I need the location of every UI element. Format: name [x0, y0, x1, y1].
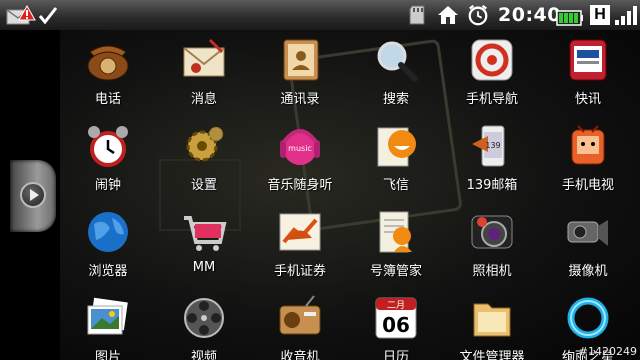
mail139-badge: 139 — [485, 141, 500, 150]
app-search[interactable]: 搜索 — [348, 30, 444, 116]
camcorder-icon — [567, 220, 608, 246]
app-label: 手机证券 — [273, 264, 326, 279]
phone-icon — [87, 45, 129, 81]
app-file-manager[interactable]: 文件管理器 — [444, 288, 540, 360]
signal-icon — [615, 6, 637, 25]
app-browser[interactable]: 浏览器 — [60, 202, 156, 288]
app-alarm-clock[interactable]: 闹钟 — [60, 116, 156, 202]
app-stocks[interactable]: 手机证券 — [252, 202, 348, 288]
alarm-icon — [468, 4, 488, 26]
app-label: 收音机 — [280, 350, 320, 360]
phonebook-icon — [379, 211, 412, 253]
sdcard-icon — [409, 5, 425, 25]
app-mm-store[interactable]: MM — [156, 202, 252, 288]
settings-icon — [186, 126, 224, 162]
navigation-icon — [471, 39, 513, 81]
stocks-icon — [279, 213, 321, 251]
app-video[interactable]: 视频 — [156, 288, 252, 360]
app-label: 号簿管家 — [369, 264, 422, 279]
app-label: MM — [192, 260, 216, 275]
camera-icon — [471, 215, 513, 249]
file-manager-icon — [473, 303, 511, 337]
music-badge: music — [288, 144, 312, 153]
check-icon — [38, 7, 58, 25]
app-message[interactable]: 消息 — [156, 30, 252, 116]
status-bar[interactable]: 20:40 H — [0, 0, 640, 31]
app-label: 图片 — [94, 350, 121, 360]
app-radio[interactable]: 收音机 — [252, 288, 348, 360]
app-contacts[interactable]: 通讯录 — [252, 30, 348, 116]
calendar-day: 06 — [382, 313, 410, 337]
app-label: 日历 — [382, 350, 409, 360]
contacts-icon — [283, 39, 319, 81]
app-phone[interactable]: 电话 — [60, 30, 156, 116]
browser-icon — [88, 212, 128, 252]
app-camcorder[interactable]: 摄像机 — [540, 202, 636, 288]
alarm-clock-icon — [88, 126, 128, 167]
search-icon — [377, 41, 418, 82]
app-label: 139邮箱 — [466, 178, 518, 193]
app-mobile-tv[interactable]: 手机电视 — [540, 116, 636, 202]
warning-icon — [18, 4, 36, 21]
app-navigation[interactable]: 手机导航 — [444, 30, 540, 116]
play-arrow-icon — [20, 182, 46, 208]
calendar-month: 二月 — [387, 300, 405, 311]
app-settings[interactable]: 设置 — [156, 116, 252, 202]
h-network-icon: H — [590, 5, 610, 25]
app-label: 照相机 — [472, 264, 512, 279]
app-label: 文件管理器 — [459, 350, 525, 360]
app-label: 飞信 — [382, 178, 409, 193]
app-news[interactable]: 快讯 — [540, 30, 636, 116]
battery-icon — [556, 10, 583, 26]
radio-icon — [279, 295, 321, 335]
home-icon — [438, 6, 458, 24]
app-camera[interactable]: 照相机 — [444, 202, 540, 288]
app-label: 通讯录 — [280, 92, 320, 107]
app-label: 摄像机 — [568, 264, 608, 279]
app-fetion[interactable]: 飞信 — [348, 116, 444, 202]
app-label: 浏览器 — [88, 264, 128, 279]
news-icon — [569, 39, 607, 81]
mail139-icon: 139 — [472, 125, 505, 167]
app-calendar[interactable]: 二月 06 日历 — [348, 288, 444, 360]
clock-time: 20:40 — [498, 4, 561, 26]
app-label: 手机导航 — [465, 92, 518, 107]
app-grid[interactable]: 电话 消息 通讯录 搜索 手机导航 快讯 闹钟 设置 music 音乐随身听 飞信 139 139邮箱手… — [60, 30, 640, 360]
watermark: #1420249 — [578, 345, 637, 358]
app-mail139[interactable]: 139 139邮箱 — [444, 116, 540, 202]
music-icon: music — [280, 129, 320, 165]
app-label: 快讯 — [574, 92, 601, 107]
app-label: 搜索 — [382, 92, 409, 107]
app-label: 闹钟 — [94, 178, 121, 193]
mm-store-icon — [184, 216, 227, 251]
message-icon — [183, 38, 225, 77]
app-gallery[interactable]: 图片 — [60, 288, 156, 360]
fetion-icon — [377, 127, 416, 167]
calendar-icon: 二月 06 — [375, 297, 417, 339]
app-label: 音乐随身听 — [267, 178, 333, 193]
app-phonebook[interactable]: 号簿管家 — [348, 202, 444, 288]
app-label: 视频 — [190, 350, 217, 360]
ring-icon — [567, 297, 609, 339]
app-label: 消息 — [190, 92, 217, 107]
app-label: 电话 — [94, 92, 121, 107]
app-label: 手机电视 — [561, 178, 614, 193]
drawer-handle[interactable] — [10, 160, 56, 232]
video-icon — [184, 298, 224, 338]
app-music[interactable]: music 音乐随身听 — [252, 116, 348, 202]
mobile-tv-icon — [571, 125, 605, 165]
gallery-icon — [87, 297, 128, 335]
app-label: 设置 — [190, 178, 217, 193]
